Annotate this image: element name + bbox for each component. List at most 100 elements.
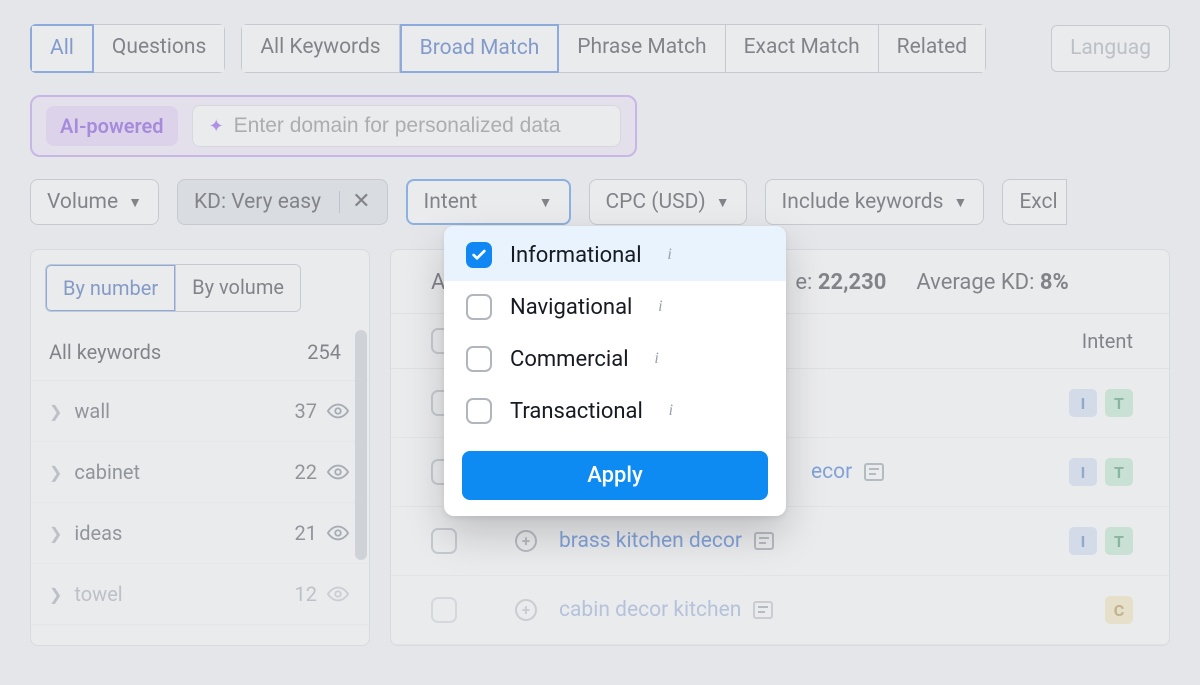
ai-powered-bar: AI-powered ✦ [30, 95, 637, 157]
ai-domain-input[interactable] [234, 114, 604, 138]
sidebar-item-towel[interactable]: ❯ towel 12 [31, 564, 369, 625]
intent-badge-informational: I [1069, 458, 1097, 486]
tab-all-keywords[interactable]: All Keywords [241, 24, 399, 73]
keyword-groups-sidebar: By number By volume All keywords 254 ❯ wa… [30, 249, 370, 646]
intent-dropdown: Informational i Navigational i Commercia… [444, 226, 786, 516]
info-icon[interactable]: i [661, 401, 681, 421]
sidebar-item-count: 21 [295, 521, 317, 545]
filter-intent[interactable]: Intent ▼ [406, 179, 571, 225]
filter-exclude-keywords[interactable]: Excl [1002, 179, 1066, 225]
tab-questions[interactable]: Questions [94, 24, 225, 73]
chevron-right-icon: ❯ [49, 402, 62, 421]
tab-exact-match[interactable]: Exact Match [726, 24, 879, 73]
info-icon[interactable]: i [660, 245, 680, 265]
sidebar-tab-by-volume[interactable]: By volume [175, 265, 300, 311]
filter-exclude-label: Excl [1019, 190, 1057, 214]
filter-include-label: Include keywords [782, 190, 944, 214]
sidebar-item-count: 37 [295, 399, 317, 423]
chevron-right-icon: ❯ [49, 463, 62, 482]
tab-broad-match[interactable]: Broad Match [400, 24, 560, 73]
filter-cpc-label: CPC (USD) [606, 190, 706, 214]
checkbox-icon[interactable] [466, 294, 492, 320]
sidebar-item-count: 12 [295, 582, 317, 606]
intent-badge-transactional: T [1105, 389, 1133, 417]
add-keyword-icon[interactable]: + [515, 599, 537, 621]
intent-option-commercial[interactable]: Commercial i [444, 333, 786, 385]
table-row[interactable]: + cabin decor kitchen C [391, 576, 1169, 645]
info-icon[interactable]: i [647, 349, 667, 369]
chevron-down-icon: ▼ [716, 194, 730, 211]
sidebar-item-label: ideas [74, 521, 122, 545]
row-checkbox[interactable] [431, 528, 457, 554]
tab-group-questions: All Questions [30, 24, 225, 73]
tab-languages[interactable]: Languag [1051, 25, 1170, 72]
apply-button[interactable]: Apply [462, 451, 768, 500]
chevron-right-icon: ❯ [49, 524, 62, 543]
intent-badge-transactional: T [1105, 527, 1133, 555]
checkbox-icon[interactable] [466, 346, 492, 372]
tab-all[interactable]: All [30, 24, 94, 73]
sidebar-item-cabinet[interactable]: ❯ cabinet 22 [31, 442, 369, 503]
filter-volume[interactable]: Volume ▼ [30, 179, 159, 225]
sparkle-icon: ✦ [209, 116, 224, 137]
chevron-down-icon: ▼ [128, 194, 142, 211]
column-intent[interactable]: Intent [1082, 329, 1133, 353]
serp-icon[interactable] [753, 601, 773, 619]
filter-cpc[interactable]: CPC (USD) ▼ [589, 179, 747, 225]
tab-group-match: All Keywords Broad Match Phrase Match Ex… [241, 24, 986, 73]
intent-option-label: Commercial [510, 347, 629, 372]
filter-intent-label: Intent [424, 190, 478, 214]
chevron-down-icon: ▼ [953, 194, 967, 211]
intent-option-informational[interactable]: Informational i [444, 226, 786, 281]
summary-kd-value: 8% [1040, 270, 1069, 295]
intent-option-label: Informational [510, 243, 642, 268]
summary-volume-label: e: [795, 270, 812, 295]
eye-icon[interactable] [327, 522, 349, 544]
filter-kd-label: KD: Very easy [194, 190, 321, 214]
sidebar-item-ideas[interactable]: ❯ ideas 21 [31, 503, 369, 564]
eye-icon[interactable] [327, 583, 349, 605]
sidebar-item-label: cabinet [74, 460, 140, 484]
close-icon[interactable]: ✕ [339, 191, 370, 213]
ai-powered-chip: AI-powered [46, 106, 178, 146]
table-row[interactable]: + brass kitchen decor I T [391, 507, 1169, 576]
sidebar-item-label: towel [74, 582, 122, 606]
serp-icon[interactable] [864, 463, 884, 481]
chevron-down-icon: ▼ [539, 194, 553, 211]
tab-related[interactable]: Related [879, 24, 986, 73]
intent-option-label: Navigational [510, 295, 632, 320]
eye-icon[interactable] [327, 461, 349, 483]
row-checkbox[interactable] [431, 597, 457, 623]
sidebar-scroll-thumb[interactable] [355, 330, 367, 560]
sidebar-item-label: wall [74, 399, 110, 423]
keyword-text: ecor [811, 460, 852, 484]
intent-badge-transactional: T [1105, 458, 1133, 486]
sidebar-header-label: All keywords [49, 340, 161, 364]
serp-icon[interactable] [754, 532, 774, 550]
sidebar-scrollbar[interactable] [355, 330, 367, 625]
intent-option-transactional[interactable]: Transactional i [444, 385, 786, 437]
tab-phrase-match[interactable]: Phrase Match [559, 24, 725, 73]
intent-badge-commercial: C [1105, 596, 1133, 624]
filter-kd[interactable]: KD: Very easy ✕ [177, 179, 388, 225]
keyword-text[interactable]: cabin decor kitchen [559, 598, 741, 622]
intent-badge-informational: I [1069, 527, 1097, 555]
sidebar-item-wall[interactable]: ❯ wall 37 [31, 381, 369, 442]
intent-option-navigational[interactable]: Navigational i [444, 281, 786, 333]
eye-icon[interactable] [327, 400, 349, 422]
keyword-text[interactable]: brass kitchen decor [559, 529, 742, 553]
sidebar-tab-by-number[interactable]: By number [45, 264, 176, 312]
checkbox-icon[interactable] [466, 398, 492, 424]
sidebar-header-count: 254 [307, 340, 341, 364]
filter-include-keywords[interactable]: Include keywords ▼ [765, 179, 985, 225]
filter-volume-label: Volume [47, 190, 118, 214]
summary-volume-value: 22,230 [818, 270, 887, 295]
ai-domain-input-wrap[interactable]: ✦ [192, 105, 621, 147]
info-icon[interactable]: i [650, 297, 670, 317]
sidebar-item-count: 22 [295, 460, 317, 484]
intent-badge-informational: I [1069, 389, 1097, 417]
checkbox-checked-icon[interactable] [466, 242, 492, 268]
intent-option-label: Transactional [510, 399, 643, 424]
chevron-right-icon: ❯ [49, 585, 62, 604]
add-keyword-icon[interactable]: + [515, 530, 537, 552]
